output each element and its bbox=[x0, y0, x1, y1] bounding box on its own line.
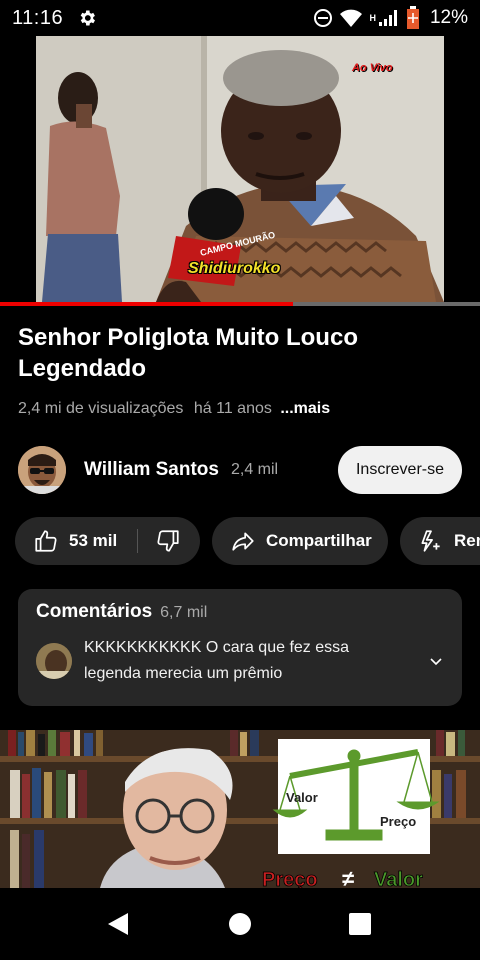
recents-icon[interactable] bbox=[349, 913, 371, 935]
commenter-avatar bbox=[36, 643, 72, 679]
like-divider bbox=[137, 529, 138, 553]
share-button[interactable]: Compartilhar bbox=[212, 517, 388, 565]
gear-icon bbox=[80, 10, 96, 26]
subscribe-button[interactable]: Inscrever-se bbox=[337, 446, 462, 494]
video-player[interactable]: CAMPO MOURÃO Ao Vivo Shidiurokko bbox=[0, 36, 480, 306]
video-frame[interactable]: CAMPO MOURÃO Ao Vivo Shidiurokko bbox=[36, 36, 444, 302]
upload-age: há 11 anos bbox=[193, 400, 272, 417]
status-time: 11:16 bbox=[12, 6, 64, 29]
action-bar: 53 mil Compartilhar Remix bbox=[15, 517, 480, 565]
caption-right: Valor bbox=[374, 869, 423, 888]
status-indicators: H 12% bbox=[313, 6, 468, 30]
like-dislike-chip: 53 mil bbox=[15, 517, 200, 565]
back-icon[interactable] bbox=[106, 912, 130, 936]
remix-button[interactable]: Remix bbox=[400, 517, 480, 565]
next-video-thumbnail[interactable]: Valor Preço Preço ≠ Valor bbox=[0, 730, 480, 888]
status-bar: 11:16 H 12% bbox=[0, 0, 480, 36]
remix-icon bbox=[421, 530, 440, 552]
remix-label: Remix bbox=[454, 531, 480, 550]
comments-panel[interactable]: Comentários 6,7 mil KKKKKKKKKKK O cara q… bbox=[18, 589, 462, 706]
share-label: Compartilhar bbox=[266, 531, 372, 550]
thumbs-down-icon[interactable] bbox=[155, 528, 181, 554]
caption-symbol: ≠ bbox=[342, 866, 354, 888]
scale-label-left: Valor bbox=[286, 790, 318, 805]
progress-bar[interactable] bbox=[0, 302, 480, 306]
next-video-image: Valor Preço Preço ≠ Valor bbox=[0, 730, 480, 888]
system-nav-bar bbox=[0, 888, 480, 960]
video-subtitle: Shidiurokko bbox=[188, 260, 281, 277]
do-not-disturb-icon bbox=[314, 9, 333, 27]
wifi-icon bbox=[340, 9, 363, 27]
thumbs-up-icon[interactable] bbox=[33, 528, 59, 554]
scale-label-right: Preço bbox=[380, 814, 416, 829]
video-meta[interactable]: 2,4 mi de visualizações há 11 anos ...ma… bbox=[18, 400, 330, 418]
battery-percent: 12% bbox=[429, 7, 468, 28]
top-comment-text: KKKKKKKKKKK O cara que fez essa legenda … bbox=[84, 639, 350, 682]
video-title[interactable]: Senhor Poliglota Muito Louco Legendado bbox=[18, 322, 458, 384]
battery-icon bbox=[406, 6, 419, 29]
more-link[interactable]: ...mais bbox=[280, 400, 330, 417]
view-count: 2,4 mi de visualizações bbox=[18, 400, 184, 417]
commenter-avatar-image bbox=[36, 643, 72, 679]
subscriber-count: 2,4 mil bbox=[230, 461, 279, 478]
progress-fill bbox=[0, 302, 293, 306]
home-icon[interactable] bbox=[228, 912, 252, 936]
channel-avatar[interactable] bbox=[18, 446, 66, 494]
caption-left: Preço bbox=[262, 869, 318, 888]
like-count[interactable]: 53 mil bbox=[69, 531, 117, 551]
share-icon bbox=[232, 532, 254, 551]
live-tag: Ao Vivo bbox=[352, 62, 393, 74]
top-comment[interactable]: KKKKKKKKKKK O cara que fez essa legenda … bbox=[36, 635, 444, 687]
signal-icon bbox=[378, 10, 397, 26]
comments-header: Comentários 6,7 mil bbox=[36, 601, 444, 623]
channel-row: William Santos 2,4 mil Inscrever-se bbox=[18, 446, 462, 494]
comments-title: Comentários bbox=[36, 601, 153, 622]
comments-count: 6,7 mil bbox=[160, 604, 208, 621]
chevron-down-icon[interactable] bbox=[428, 653, 444, 669]
channel-name[interactable]: William Santos bbox=[84, 459, 219, 481]
channel-avatar-image bbox=[18, 446, 66, 494]
network-type: H bbox=[369, 13, 376, 23]
